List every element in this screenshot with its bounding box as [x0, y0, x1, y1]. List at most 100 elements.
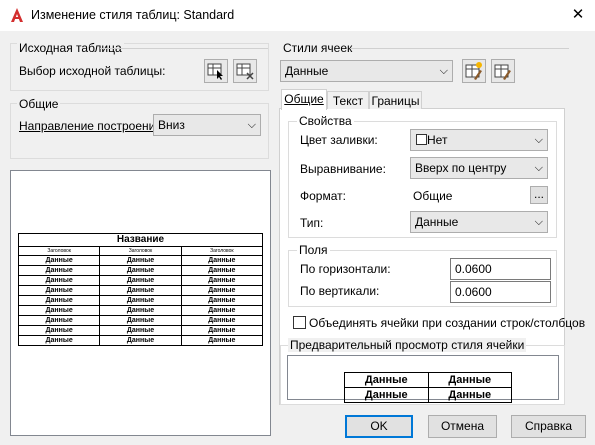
alignment-dropdown[interactable]: Вверх по центру ⌵ [410, 157, 548, 179]
chevron-down-icon: ⌵ [439, 65, 448, 77]
preview-cell: Данные [99, 285, 182, 296]
cell-style-dropdown[interactable]: Данные ⌵ [280, 60, 453, 82]
preview-row: Данные Данные Данные [17, 325, 264, 336]
preview-cell: Данные [99, 335, 182, 346]
preview-cell: Данные [17, 285, 101, 296]
preview-cell: Данные [17, 255, 101, 266]
preview-cell: Данные [180, 285, 264, 296]
cell-preview-box: Данные Данные Данные Данные [287, 355, 559, 403]
color-swatch-icon [416, 134, 427, 145]
preview-row: Данные Данные Данные [17, 255, 264, 266]
new-cell-style-button[interactable] [462, 59, 486, 83]
preview-cell: Данные [17, 325, 101, 336]
close-button[interactable]: ✕ [566, 3, 590, 27]
cell-preview-table: Данные Данные Данные Данные [344, 372, 512, 403]
alignment-label: Выравнивание: [300, 162, 386, 176]
fill-color-dropdown[interactable]: Нет ⌵ [410, 129, 548, 151]
preview-cell: Данные [17, 305, 101, 316]
preview-cell: Данные [180, 255, 264, 266]
format-browse-button[interactable]: ... [530, 186, 548, 204]
preview-header: Заголовок [17, 246, 101, 256]
tab-text-label: Текст [332, 94, 364, 108]
preview-header: Заголовок [180, 246, 264, 256]
type-label: Тип: [300, 216, 324, 230]
preview-cell: Данные [99, 315, 182, 326]
preview-cell: Данные [180, 335, 264, 346]
horizontal-margin-input[interactable]: 0.0600 [450, 258, 551, 280]
preview-cell: Данные [17, 265, 101, 276]
remove-source-button[interactable] [233, 59, 257, 83]
preview-row: Данные Данные Данные [17, 295, 264, 306]
tab-text[interactable]: Текст [327, 91, 369, 109]
tab-general-label: Общие [284, 92, 324, 106]
new-style-icon [465, 62, 482, 80]
tab-borders[interactable]: Границы [369, 91, 422, 109]
group-separator [350, 48, 569, 49]
preview-cell: Данные [180, 305, 264, 316]
general-group-title: Общие [17, 97, 61, 111]
window-title: Изменение стиля таблиц: Standard [31, 8, 235, 22]
preview-cell: Данные [180, 325, 264, 336]
margins-title: Поля [297, 243, 330, 257]
select-table-icon [207, 63, 223, 80]
preview-cell: Данные [180, 275, 264, 286]
help-button[interactable]: Справка [511, 415, 586, 438]
preview-row: Данные Данные Данные [17, 335, 264, 346]
horizontal-margin-label: По горизонтали: [300, 262, 391, 276]
select-source-label: Выбор исходной таблицы: [19, 64, 166, 78]
chevron-down-icon: ⌵ [534, 162, 543, 174]
preview-cell: Данные [17, 335, 101, 346]
cancel-button[interactable]: Отмена [428, 415, 497, 438]
preview-cell: Данные [99, 275, 182, 286]
preview-cell: Данные [180, 265, 264, 276]
direction-value: Вниз [158, 118, 185, 132]
preview-cell: Данные [427, 387, 512, 403]
preview-cell: Данные [99, 325, 182, 336]
table-remove-icon [236, 63, 254, 80]
autocad-logo-icon [11, 8, 23, 22]
cell-style-value: Данные [285, 64, 329, 78]
preview-row: Данные Данные Данные [17, 285, 264, 296]
preview-cell: Данные [99, 255, 182, 266]
chevron-down-icon: ⌵ [534, 216, 543, 228]
select-table-button[interactable] [204, 59, 228, 83]
preview-header: Заголовок [99, 246, 182, 256]
ok-button[interactable]: OK [345, 415, 413, 438]
table-preview: Название Заголовок Заголовок Заголовок Д… [10, 170, 271, 436]
preview-cell: Данные [180, 315, 264, 326]
type-dropdown[interactable]: Данные ⌵ [410, 211, 548, 233]
format-label: Формат: [300, 189, 346, 203]
preview-cell: Данные [99, 305, 182, 316]
tab-general[interactable]: Общие [281, 89, 327, 110]
fill-color-label: Цвет заливки: [300, 133, 378, 147]
preview-cell: Данные [344, 387, 429, 403]
cell-preview-title: Предварительный просмотр стиля ячейки [288, 338, 527, 352]
preview-row: Данные Данные Данные [17, 305, 264, 316]
fill-color-label-text: Цвет заливки: [300, 133, 378, 147]
direction-label-text: Направление построения: [19, 119, 166, 133]
preview-table: Название Заголовок Заголовок Заголовок Д… [17, 233, 264, 346]
manage-cell-styles-button[interactable] [491, 59, 515, 83]
merge-cells-checkbox[interactable] [293, 316, 306, 329]
alignment-value: Вверх по центру [415, 161, 507, 175]
preview-cell: Данные [427, 372, 512, 388]
fill-color-value: Нет [427, 133, 448, 147]
properties-title: Свойства [297, 114, 354, 128]
preview-cell: Данные [17, 295, 101, 306]
tab-borders-label: Границы [371, 94, 420, 108]
preview-row: Данные Данные Данные [17, 315, 264, 326]
merge-cells-label: Объединять ячейки при создании строк/сто… [309, 316, 586, 330]
direction-dropdown[interactable]: Вниз ⌵ [153, 114, 261, 136]
direction-label: Направление построения: [19, 119, 165, 133]
preview-title: Название [18, 233, 263, 247]
manage-styles-icon [494, 64, 511, 80]
preview-cell: Данные [17, 315, 101, 326]
vertical-margin-input[interactable]: 0.0600 [450, 281, 551, 303]
preview-cell: Данные [99, 295, 182, 306]
preview-cell: Данные [180, 295, 264, 306]
group-separator [100, 48, 268, 49]
type-value: Данные [415, 215, 459, 229]
format-value: Общие [413, 189, 453, 203]
cell-styles-title: Стили ячеек [283, 41, 353, 55]
preview-cell: Данные [344, 372, 429, 388]
